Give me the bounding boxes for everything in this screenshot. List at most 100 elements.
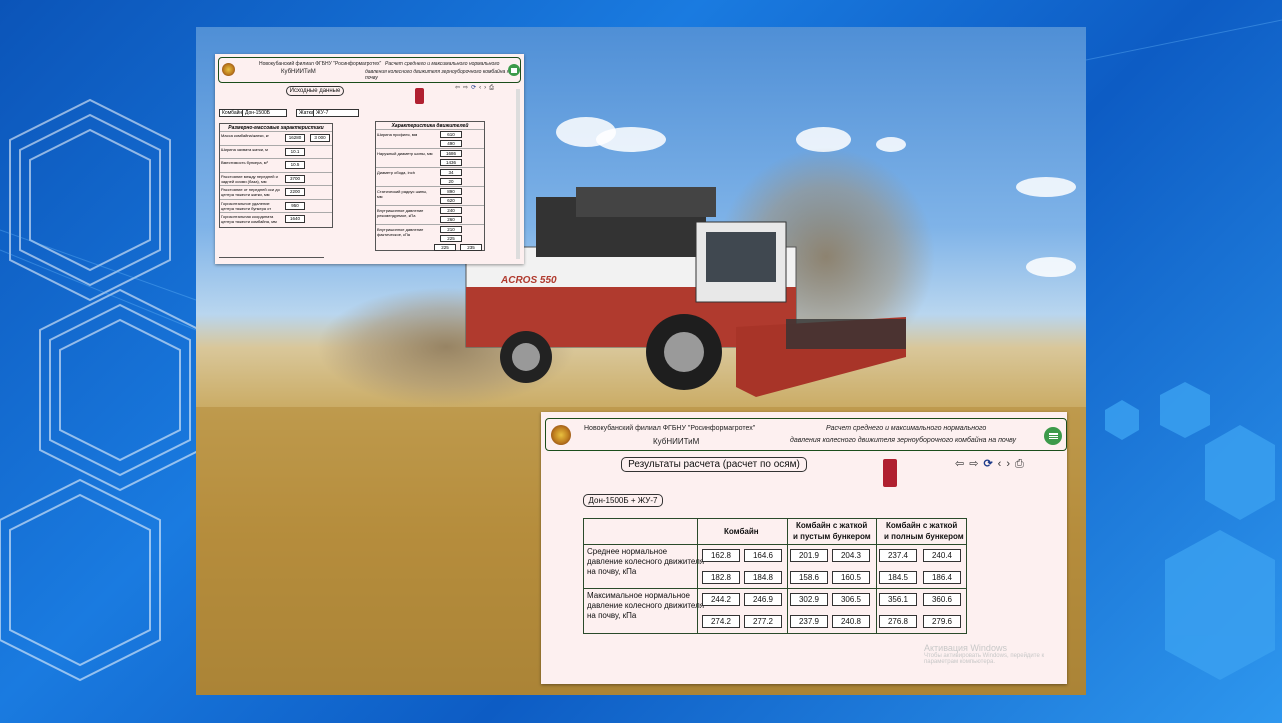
mass-row: Масса комбайна/жатки, кг 16280 3 000 <box>220 131 332 145</box>
app-title-line1: Расчет среднего и максимального нормальн… <box>826 425 987 432</box>
nav-toolbar: ⇦⇨⟳‹›⎙ <box>955 457 1029 471</box>
result-value: 246.9 <box>744 593 782 606</box>
input-data-window: Новокубанский филиал ФГБНУ "Росинформагр… <box>215 54 524 264</box>
mover-value-input[interactable]: 20 <box>440 178 462 185</box>
mass-panel-title: Размерно-массовые характеристики <box>228 125 324 131</box>
mover-value-input[interactable]: 225 <box>440 235 462 242</box>
mass-value-input[interactable]: 16280 <box>285 134 305 142</box>
input-data-button[interactable]: Исходные данные <box>286 86 344 96</box>
mass-row-label: Расстояние от передней оси до центра тяж… <box>221 187 280 197</box>
mover-extra-row: 225 235 <box>376 243 484 253</box>
result-value: 237.9 <box>790 615 828 628</box>
row-label-max-1: Максимальное нормальное <box>587 591 691 600</box>
nav-toolbar: ⇦⇨⟳‹›⎙ <box>455 84 497 92</box>
mover-value-input[interactable]: 260 <box>440 216 462 223</box>
col-header-combine: Комбайн <box>724 527 759 536</box>
app-title-line2: давления колесного движителя зерноубороч… <box>790 437 1017 444</box>
mover-value-input[interactable]: 620 <box>440 197 462 204</box>
result-value: 201.9 <box>790 549 828 562</box>
menu-button[interactable] <box>508 64 520 76</box>
mover-value-input[interactable]: 240 <box>440 207 462 214</box>
refresh-icon[interactable]: ⟳ <box>471 85 479 91</box>
row-label-mean-1: Среднее нормальное <box>587 547 668 556</box>
mass-row-label: Горизонтальная координата центра тяжести… <box>221 214 277 224</box>
mover-characteristics-panel: Характеристика движителей Ширина профиля… <box>375 121 485 251</box>
result-value: 237.4 <box>879 549 917 562</box>
menu-button[interactable] <box>1044 427 1062 445</box>
mover-value-input[interactable]: 1436 <box>440 159 462 166</box>
mass-value-input-2[interactable]: 3 000 <box>310 134 330 142</box>
mover-value-input[interactable]: 1686 <box>440 150 462 157</box>
combine-select[interactable]: Дон-1500Б <box>242 109 287 117</box>
back-arrow-icon[interactable]: ⇦ <box>455 85 463 91</box>
mass-row: Расстояние между передней и задней осями… <box>220 171 332 186</box>
mass-row-label: Горизонтальное удаление центра тяжести б… <box>221 200 272 213</box>
app-title-line1: Расчет среднего и максимального нормальн… <box>385 61 500 67</box>
col-header-empty-bunker-1: Комбайн с жаткой <box>796 521 868 530</box>
forward-arrow-icon[interactable]: ⇨ <box>463 85 471 91</box>
col-header-full-bunker-2: и полным бункером <box>884 532 964 541</box>
mover-row: Ширина профиля, мм 610 490 <box>376 129 484 148</box>
organization-logo <box>551 425 571 445</box>
refresh-icon[interactable]: ⟳ <box>983 458 997 470</box>
result-value: 276.8 <box>879 615 917 628</box>
result-value: 302.9 <box>790 593 828 606</box>
back-arrow-icon[interactable]: ⇦ <box>955 458 969 470</box>
mover-extra-value[interactable]: 225 <box>434 244 456 251</box>
app-header: Новокубанский филиал ФГБНУ "Росинформагр… <box>545 418 1067 451</box>
print-icon[interactable]: ⎙ <box>1015 458 1029 470</box>
mover-row: Наружный диаметр шины, мм 1686 1436 <box>376 148 484 167</box>
org-name: Новокубанский филиал ФГБНУ "Росинформагр… <box>259 61 382 67</box>
mover-row-label: Внутришинное давление фактическое, кПа <box>377 227 424 237</box>
code-icon[interactable]: ‹› <box>479 85 489 91</box>
mass-row: Горизонтальное удаление центра тяжести б… <box>220 198 332 213</box>
code-icon[interactable]: ‹› <box>998 458 1015 470</box>
mover-row-label: Наружный диаметр шины, мм <box>377 151 433 156</box>
mass-value-input[interactable]: 10.1 <box>285 147 305 156</box>
header-select[interactable]: ЖУ-7 <box>313 109 359 117</box>
row-label-mean-3: на почву, кПа <box>587 567 637 576</box>
mover-row-label: Диаметр обода, inch <box>377 170 415 175</box>
scrollbar[interactable] <box>516 89 520 259</box>
mass-value-input[interactable]: 1640 <box>285 215 305 223</box>
result-value: 184.5 <box>879 571 917 584</box>
result-value: 274.2 <box>702 615 740 628</box>
mover-extra-value[interactable]: 235 <box>460 244 482 251</box>
org-name: Новокубанский филиал ФГБНУ "Росинформагр… <box>584 425 756 432</box>
result-value: 164.6 <box>744 549 782 562</box>
divider <box>219 257 324 258</box>
mover-value-input[interactable]: 890 <box>440 188 462 195</box>
mover-value-input[interactable]: 34 <box>440 169 462 176</box>
mass-value-input[interactable]: 10.5 <box>285 161 305 169</box>
watermark-line3: параметрам компьютера. <box>924 659 995 665</box>
result-value: 158.6 <box>790 571 828 584</box>
result-value: 240.8 <box>832 615 870 628</box>
mover-row: Диаметр обода, inch 34 20 <box>376 167 484 186</box>
result-value: 184.8 <box>744 571 782 584</box>
row-label-max-3: на почву, кПа <box>587 611 637 620</box>
mass-row: Ширина захвата жатки, м 10.1 <box>220 144 332 159</box>
mover-value-input[interactable]: 610 <box>440 131 462 138</box>
print-icon[interactable]: ⎙ <box>489 85 497 91</box>
app-header: Новокубанский филиал ФГБНУ "Росинформагр… <box>218 57 521 83</box>
result-value: 360.6 <box>923 593 961 606</box>
mover-row-label: Статический радиус шины, мм <box>377 189 428 199</box>
mover-row: Внутришинное давление фактическое, кПа 21… <box>376 224 484 243</box>
mass-value-input[interactable]: 3700 <box>285 174 305 183</box>
app-title-line2: давления колесного движителя зерноубороч… <box>365 69 513 81</box>
mover-value-input[interactable]: 490 <box>440 140 462 147</box>
mover-row-label: Ширина профиля, мм <box>377 132 418 137</box>
mass-value-input[interactable]: 950 <box>285 201 305 210</box>
mass-row-label: Масса комбайна/жатки, кг <box>221 133 269 138</box>
mover-row: Внутришинное давление рекомендуемое, кПа… <box>376 205 484 224</box>
mass-value-input[interactable]: 2200 <box>285 188 305 196</box>
results-button[interactable]: Результаты расчета (расчет по осям) <box>621 457 807 472</box>
organization-logo <box>222 63 235 76</box>
forward-arrow-icon[interactable]: ⇨ <box>969 458 983 470</box>
mass-row: Вместимость бункера, м³ 10.5 <box>220 158 332 172</box>
results-table: Комбайн Комбайн с жаткой и пустым бункер… <box>583 518 967 634</box>
col-header-empty-bunker-2: и пустым бункером <box>793 532 871 541</box>
combine-icon <box>415 88 424 104</box>
col-header-full-bunker-1: Комбайн с жаткой <box>886 521 958 530</box>
mover-value-input[interactable]: 210 <box>440 226 462 233</box>
